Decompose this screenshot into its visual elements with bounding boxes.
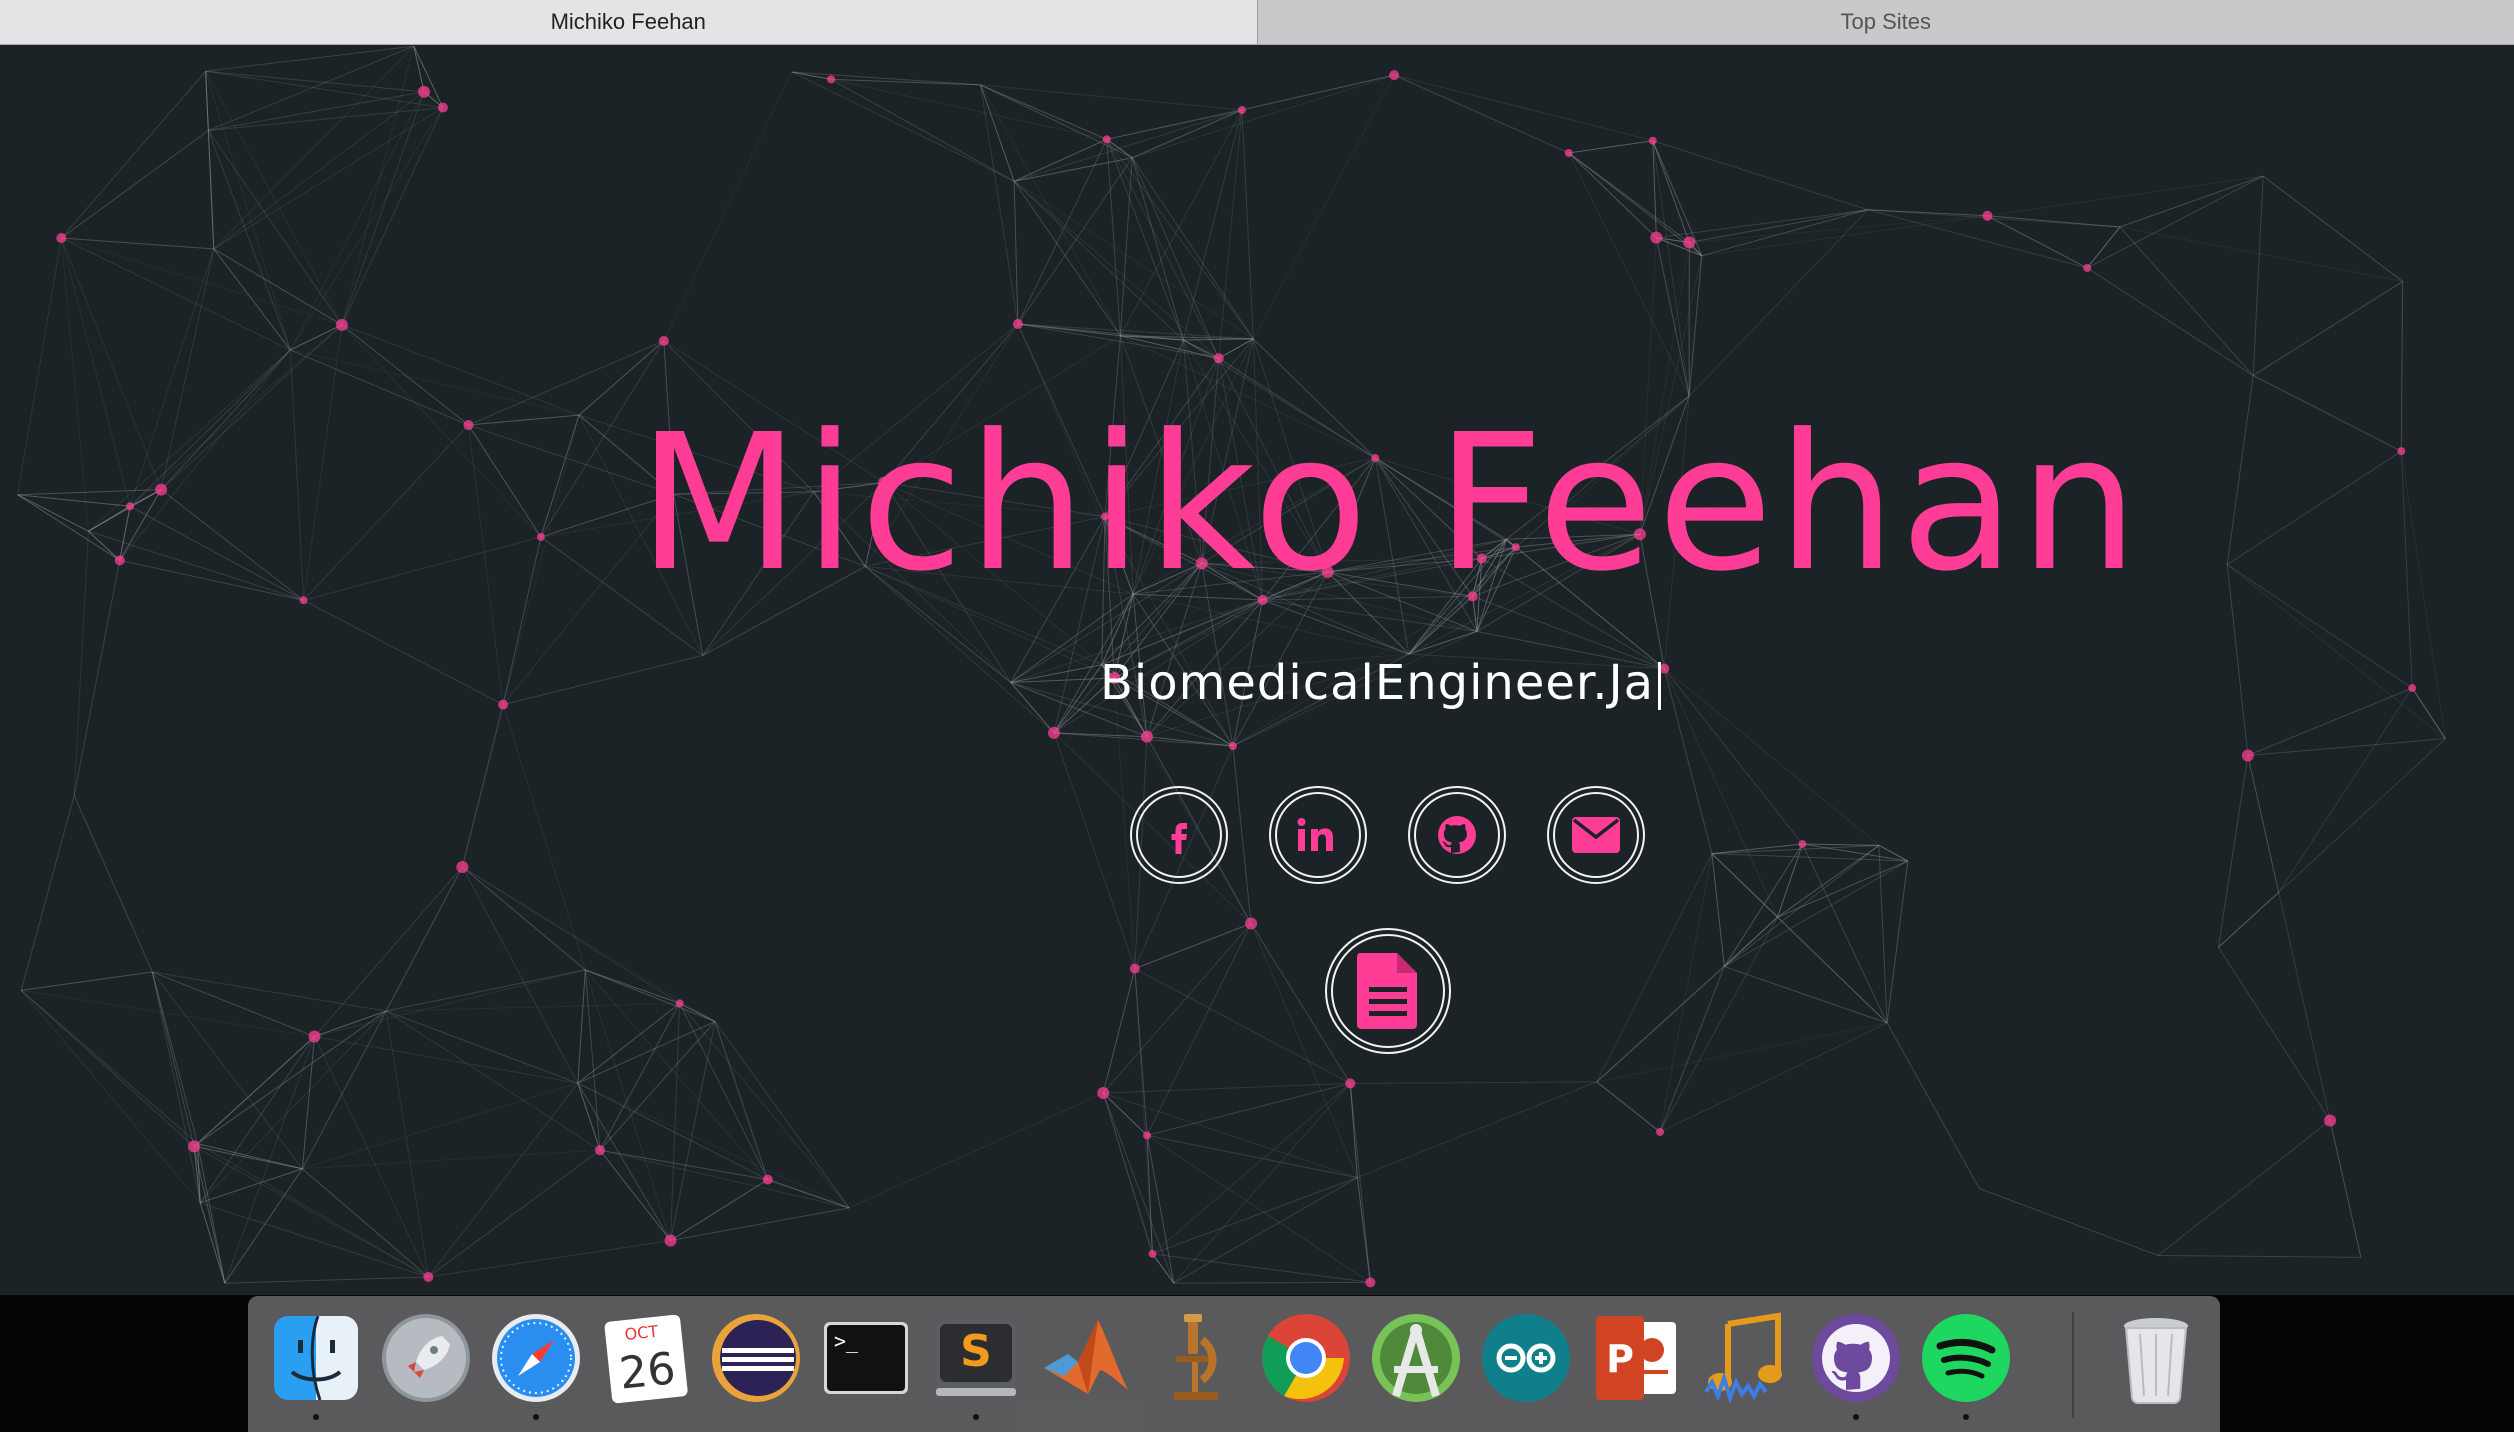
calendar-day: 26 [617,1343,678,1400]
eclipse-icon[interactable] [708,1310,804,1406]
calendar-icon[interactable]: OCT 26 [598,1310,694,1406]
linkedin-link[interactable] [1269,786,1367,884]
finder-icon[interactable] [268,1310,364,1420]
tab-michiko-feehan[interactable]: Michiko Feehan [0,0,1257,44]
microscope-icon[interactable] [1148,1310,1244,1406]
text-cursor [1658,662,1662,710]
tab-bar: Michiko Feehan Top Sites [0,0,2514,45]
chrome-icon[interactable] [1258,1310,1354,1406]
running-indicator [973,1414,979,1420]
terminal-icon[interactable]: >_ [818,1310,914,1406]
typed-subtitle: BiomedicalEngineer.Ja [1100,655,1662,711]
arduino-icon[interactable] [1478,1310,1574,1406]
tab-label: Top Sites [1840,9,1932,34]
facebook-link[interactable] [1130,786,1228,884]
running-indicator [1963,1414,1969,1420]
tab-top-sites[interactable]: Top Sites [1256,0,2514,44]
running-indicator [533,1414,539,1420]
hero-section: Michiko Feehan BiomedicalEngineer.Ja [0,45,2514,1295]
facebook-icon [1171,823,1187,854]
email-link[interactable] [1547,786,1645,884]
running-indicator [1853,1414,1859,1420]
sublime-text-icon[interactable]: S [928,1310,1024,1420]
android-studio-icon[interactable] [1368,1310,1464,1406]
safari-icon[interactable] [488,1310,584,1420]
calendar-month: OCT [624,1322,660,1344]
envelope-icon [1572,817,1620,853]
svg-text:S: S [960,1326,992,1377]
document-icon [1357,953,1417,1029]
matlab-icon[interactable] [1038,1310,1134,1406]
svg-text:P: P [1606,1337,1634,1381]
github-icon [1438,816,1476,854]
trash-icon[interactable] [2108,1310,2204,1406]
resume-link[interactable] [1325,928,1451,1054]
linkedin-icon [1297,818,1333,851]
typed-text: BiomedicalEngineer.Ja [1100,655,1655,711]
spotify-icon[interactable] [1918,1310,2014,1420]
github-desktop-icon[interactable] [1808,1310,1904,1420]
running-indicator [313,1414,319,1420]
dock-separator [2072,1312,2074,1418]
powerpoint-icon[interactable]: P [1588,1310,1684,1406]
hero-name: Michiko Feehan [637,394,2143,613]
github-link[interactable] [1408,786,1506,884]
dock: OCT 26 >_ S P [248,1296,2220,1432]
launchpad-icon[interactable] [378,1310,474,1406]
svg-text:>_: >_ [834,1329,859,1353]
tab-label: Michiko Feehan [550,9,706,34]
audio-app-icon[interactable] [1698,1310,1794,1406]
